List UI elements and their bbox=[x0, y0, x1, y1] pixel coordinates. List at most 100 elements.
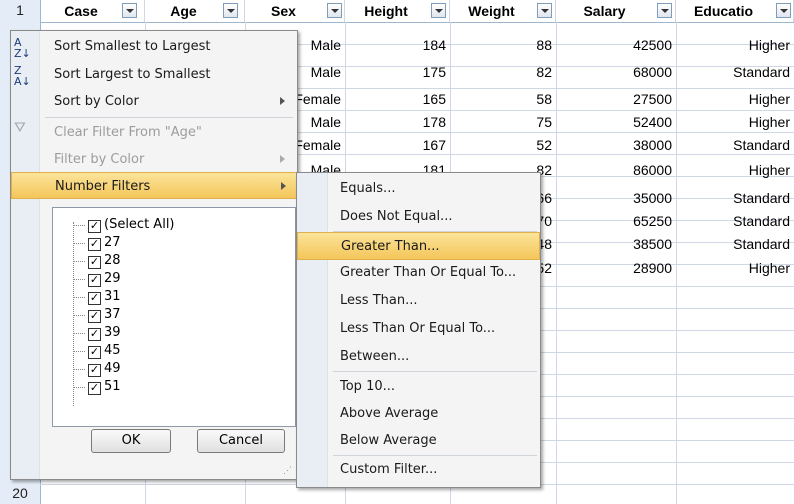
cell-salary[interactable]: 65250 bbox=[556, 210, 676, 232]
menu-item-custom-filter[interactable]: Custom Filter... bbox=[297, 456, 540, 484]
checkbox[interactable]: ✓ bbox=[88, 220, 101, 233]
filter-dropdown-button-salary[interactable] bbox=[657, 3, 672, 18]
menu-item-greater-than[interactable]: Greater Than... bbox=[297, 232, 540, 260]
cell-height[interactable]: 175 bbox=[345, 61, 450, 83]
cell-education[interactable]: Standard bbox=[676, 233, 794, 255]
checkbox[interactable]: ✓ bbox=[88, 310, 101, 323]
cell-height[interactable]: 184 bbox=[345, 34, 450, 56]
checkbox[interactable]: ✓ bbox=[88, 364, 101, 377]
checkbox-item[interactable]: ✓ 49 bbox=[88, 361, 121, 377]
ok-button[interactable]: OK bbox=[91, 429, 171, 453]
cell-education[interactable]: Standard bbox=[676, 187, 794, 209]
cell-education[interactable]: Higher bbox=[676, 34, 794, 56]
menu-item-clear-filter[interactable]: Clear Filter From "Age" bbox=[39, 119, 295, 146]
checkbox-item[interactable]: ✓ 31 bbox=[88, 289, 121, 305]
filter-dropdown-button-height[interactable] bbox=[431, 3, 446, 18]
checkbox-label: 49 bbox=[104, 361, 121, 376]
checkbox[interactable]: ✓ bbox=[88, 382, 101, 395]
menu-item-greater-than-or-equal[interactable]: Greater Than Or Equal To... bbox=[297, 259, 540, 287]
checkbox-label: 51 bbox=[104, 379, 121, 394]
cell-salary[interactable]: 86000 bbox=[556, 159, 676, 181]
checkbox[interactable]: ✓ bbox=[88, 328, 101, 341]
column-header-age[interactable]: Age bbox=[145, 0, 245, 22]
checkbox[interactable]: ✓ bbox=[88, 256, 101, 269]
menu-item-between[interactable]: Between... bbox=[297, 343, 540, 371]
checkbox-label: 28 bbox=[104, 253, 121, 268]
cell-education[interactable]: Higher bbox=[676, 257, 794, 279]
cell-education[interactable]: Standard bbox=[676, 134, 794, 156]
tree-connector bbox=[73, 261, 85, 262]
tree-connector bbox=[73, 243, 85, 244]
filter-dropdown-button-sex[interactable] bbox=[327, 3, 342, 18]
checkbox-item[interactable]: ✓ 39 bbox=[88, 325, 121, 341]
filter-dropdown-button-case[interactable] bbox=[122, 3, 137, 18]
column-header-education[interactable]: Educatio bbox=[676, 0, 794, 22]
cell-weight[interactable]: 82 bbox=[450, 61, 556, 83]
submenu-arrow-icon bbox=[280, 155, 285, 163]
cell-education[interactable]: Standard bbox=[676, 210, 794, 232]
filter-dropdown-button-age[interactable] bbox=[223, 3, 238, 18]
menu-item-less-than[interactable]: Less Than... bbox=[297, 287, 540, 315]
resize-grip-icon[interactable]: ⋰ bbox=[283, 465, 293, 475]
checkbox-label: 31 bbox=[104, 289, 121, 304]
cell-salary[interactable]: 27500 bbox=[556, 88, 676, 110]
checkbox-item[interactable]: ✓ 45 bbox=[88, 343, 121, 359]
menu-item-does-not-equal[interactable]: Does Not Equal... bbox=[297, 203, 540, 231]
menu-item-below-average[interactable]: Below Average bbox=[297, 427, 540, 455]
menu-item-above-average[interactable]: Above Average bbox=[297, 400, 540, 428]
menu-item-sort-ascending[interactable]: Sort Smallest to Largest bbox=[39, 33, 295, 60]
checkbox-item[interactable]: ✓ 27 bbox=[88, 235, 121, 251]
checkbox-item-select-all[interactable]: ✓ (Select All) bbox=[88, 217, 175, 233]
menu-item-equals[interactable]: Equals... bbox=[297, 175, 540, 203]
checkbox[interactable]: ✓ bbox=[88, 292, 101, 305]
cell-height[interactable]: 178 bbox=[345, 111, 450, 133]
cell-education[interactable]: Higher bbox=[676, 111, 794, 133]
cell-salary[interactable]: 52400 bbox=[556, 111, 676, 133]
cell-salary[interactable]: 38000 bbox=[556, 134, 676, 156]
filter-dropdown-button-education[interactable] bbox=[776, 3, 791, 18]
checkbox-label: 29 bbox=[104, 271, 121, 286]
checkbox-label: 45 bbox=[104, 343, 121, 358]
filter-dropdown-button-weight[interactable] bbox=[537, 3, 552, 18]
checkbox[interactable]: ✓ bbox=[88, 346, 101, 359]
cell-weight[interactable]: 58 bbox=[450, 88, 556, 110]
cell-education[interactable]: Standard bbox=[676, 61, 794, 83]
cell-education[interactable]: Higher bbox=[676, 88, 794, 110]
checkbox-item[interactable]: ✓ 28 bbox=[88, 253, 121, 269]
cell-salary[interactable]: 68000 bbox=[556, 61, 676, 83]
checkbox-item[interactable]: ✓ 51 bbox=[88, 379, 121, 395]
row-number-1[interactable]: 1 bbox=[0, 2, 40, 18]
menu-item-label: Sort by Color bbox=[54, 94, 139, 109]
cell-salary[interactable]: 28900 bbox=[556, 257, 676, 279]
filter-value-list[interactable]: ✓ (Select All) ✓ 27 ✓ 28 ✓ 29 ✓ 31 ✓ 37 ✓ 39 ✓ 4… bbox=[52, 207, 296, 427]
checkbox-item[interactable]: ✓ 29 bbox=[88, 271, 121, 287]
cell-education[interactable]: Higher bbox=[676, 159, 794, 181]
column-header-case[interactable]: Case bbox=[40, 0, 145, 22]
menu-item-number-filters[interactable]: Number Filters bbox=[11, 172, 297, 199]
menu-item-sort-descending[interactable]: Sort Largest to Smallest bbox=[39, 61, 295, 88]
cancel-button[interactable]: Cancel bbox=[197, 429, 285, 453]
menu-item-sort-by-color[interactable]: Sort by Color bbox=[39, 88, 295, 115]
autofilter-menu: A Z↓ Sort Smallest to Largest Z A↓ Sort La… bbox=[10, 30, 298, 480]
cell-weight[interactable]: 52 bbox=[450, 134, 556, 156]
column-header-salary[interactable]: Salary bbox=[556, 0, 676, 22]
cell-salary[interactable]: 42500 bbox=[556, 34, 676, 56]
checkbox[interactable]: ✓ bbox=[88, 238, 101, 251]
column-header-weight[interactable]: Weight bbox=[450, 0, 556, 22]
cell-salary[interactable]: 35000 bbox=[556, 187, 676, 209]
menu-item-filter-by-color[interactable]: Filter by Color bbox=[39, 146, 295, 173]
menu-separator bbox=[333, 371, 537, 372]
row-number-20[interactable]: 20 bbox=[0, 485, 40, 501]
cell-height[interactable]: 165 bbox=[345, 88, 450, 110]
checkbox[interactable]: ✓ bbox=[88, 274, 101, 287]
column-header-height[interactable]: Height bbox=[345, 0, 450, 22]
cell-salary[interactable]: 38500 bbox=[556, 233, 676, 255]
column-header-sex[interactable]: Sex bbox=[245, 0, 345, 22]
menu-item-less-than-or-equal[interactable]: Less Than Or Equal To... bbox=[297, 315, 540, 343]
cell-weight[interactable]: 88 bbox=[450, 34, 556, 56]
cell-height[interactable]: 167 bbox=[345, 134, 450, 156]
checkbox-item[interactable]: ✓ 37 bbox=[88, 307, 121, 323]
column-header-label: Weight bbox=[468, 3, 515, 19]
cell-weight[interactable]: 75 bbox=[450, 111, 556, 133]
menu-item-top-10[interactable]: Top 10... bbox=[297, 373, 540, 401]
